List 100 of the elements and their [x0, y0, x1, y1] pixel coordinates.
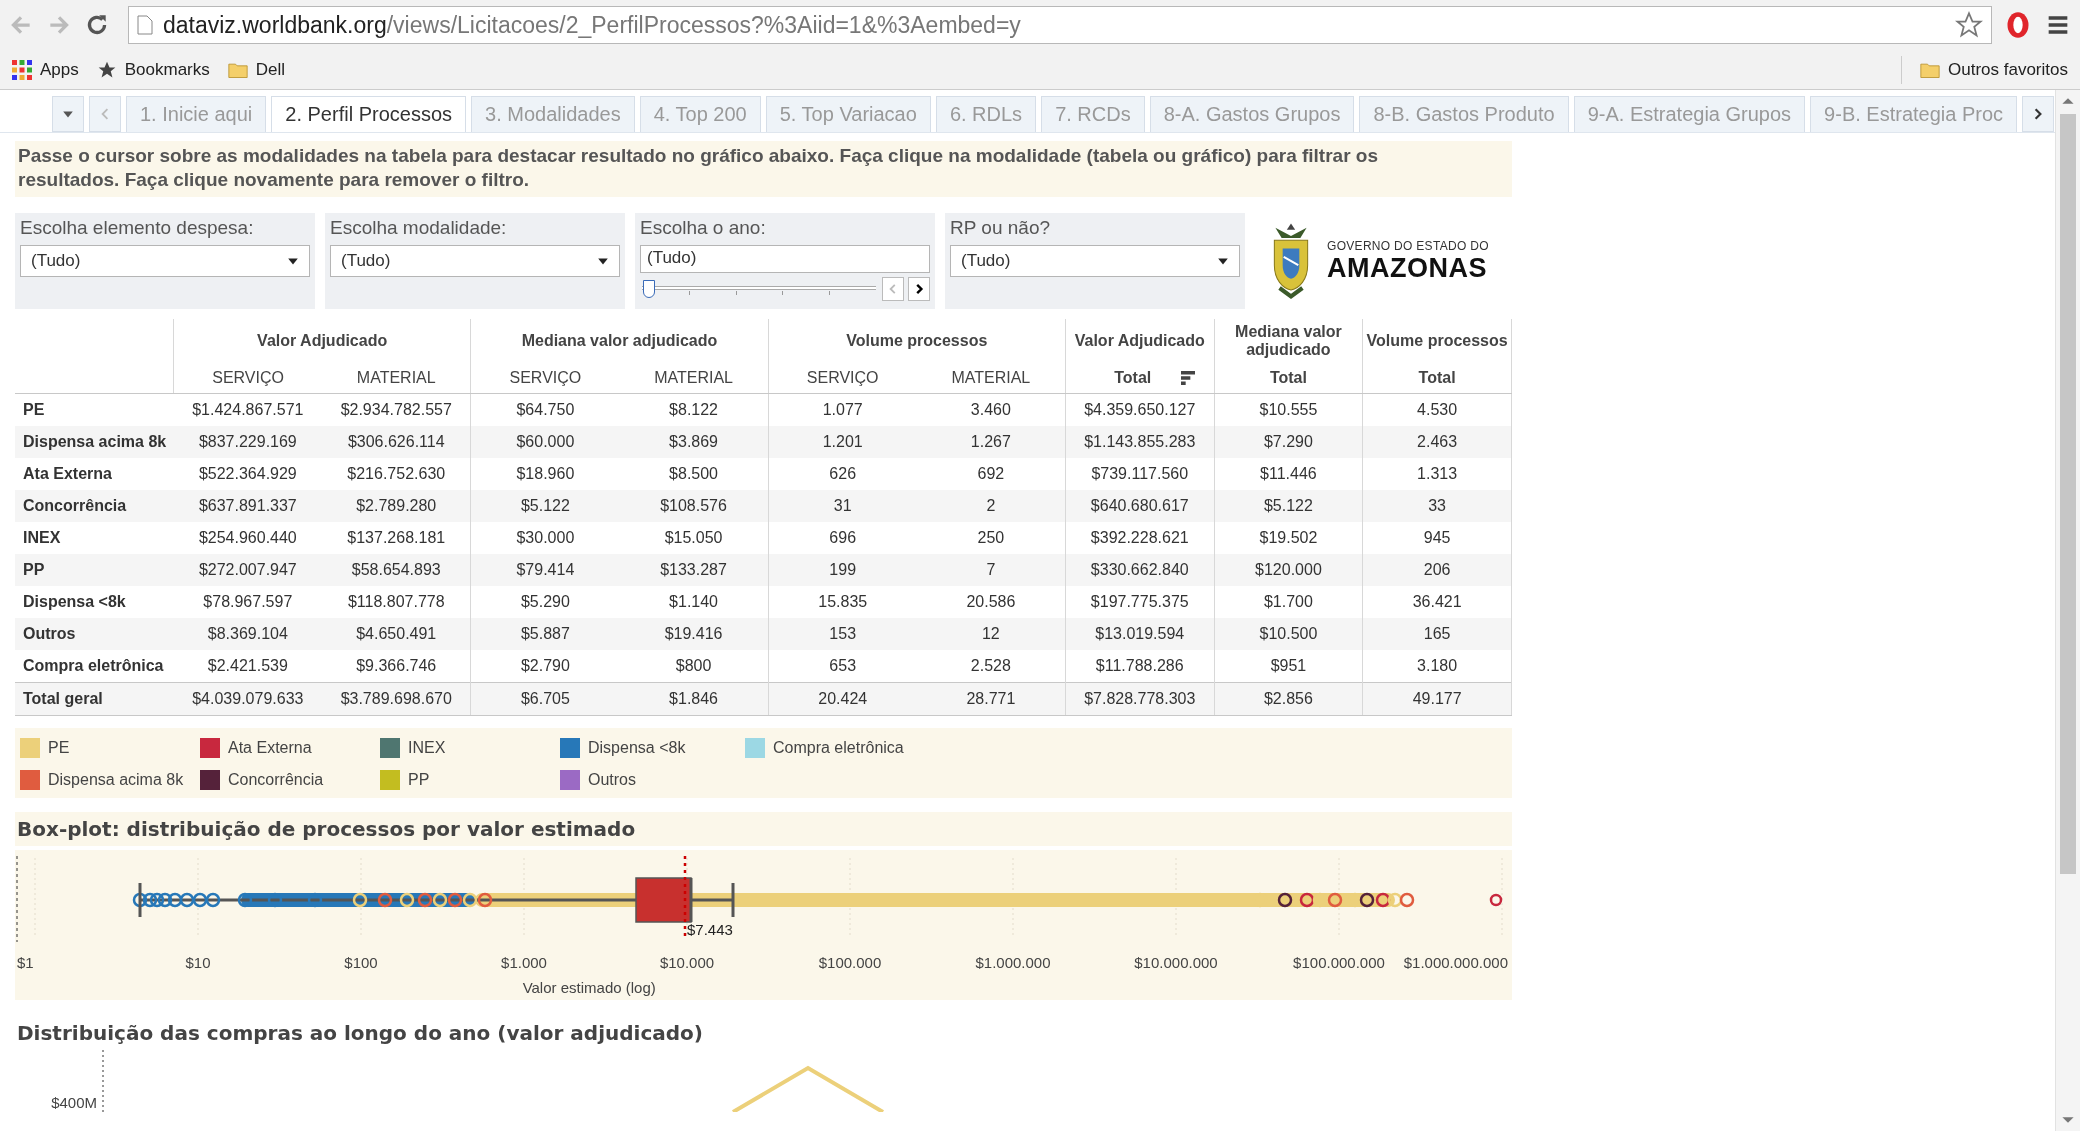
bookmark-item[interactable]: Dell	[227, 59, 286, 80]
axis-tick-label: $100.000.000	[1293, 954, 1385, 971]
apps-grid-icon	[12, 59, 32, 80]
year-field[interactable]: (Tudo)	[640, 245, 930, 273]
table-cell: $4.650.491	[322, 618, 471, 650]
column-header[interactable]: MATERIAL	[951, 369, 1031, 387]
bookmark-item[interactable]: Bookmarks	[96, 59, 210, 80]
star-icon[interactable]	[1955, 11, 1983, 39]
row-header[interactable]: PP	[15, 554, 174, 586]
table-cell: $30.000	[470, 522, 620, 554]
column-header[interactable]: Total	[1269, 369, 1307, 387]
axis-line	[102, 1050, 104, 1112]
chart-title: Box-plot: distribuição de processos por valor estimado	[15, 812, 1512, 846]
legend-label[interactable]: PE	[48, 739, 70, 757]
filter-label: RP ou não?	[950, 217, 1051, 239]
dropdown[interactable]: (Tudo)	[20, 245, 310, 277]
table-cell: $3.789.698.670	[322, 682, 471, 716]
dropdown[interactable]: (Tudo)	[950, 245, 1240, 277]
legend-swatch[interactable]	[20, 738, 40, 758]
row-header[interactable]: INEX	[15, 522, 174, 554]
tab-menu-button[interactable]	[52, 96, 84, 132]
table-cell: 626	[768, 458, 917, 490]
sort-icon[interactable]	[1181, 371, 1196, 385]
url-text: dataviz.worldbank.org/views/Licitacoes/2_PerfilProcessos?%3Aiid=1&%3Aembed=y	[163, 11, 1022, 39]
column-header[interactable]: SERVIÇO	[509, 369, 582, 387]
column-group-header: Valor Adjudicado	[173, 319, 471, 363]
table-cell: $1.846	[619, 682, 769, 716]
table-cell: 1.267	[916, 426, 1066, 458]
legend-swatch[interactable]	[200, 770, 220, 790]
tab[interactable]: 2. Perfil Processos	[271, 96, 467, 132]
scroll-right-button[interactable]	[2022, 96, 2055, 132]
row-header[interactable]: Outros	[15, 618, 174, 650]
column-header[interactable]: SERVIÇO	[212, 369, 284, 387]
legend-label[interactable]: PP	[408, 771, 430, 789]
table-cell: $522.364.929	[173, 458, 323, 490]
table-cell: $3.869	[619, 426, 769, 458]
legend-label[interactable]: Concorrência	[228, 771, 324, 789]
legend-swatch[interactable]	[745, 738, 765, 758]
row-header[interactable]: Total geral	[15, 682, 174, 716]
row-header[interactable]: Dispensa <8k	[15, 586, 174, 618]
axis-tick-label: $10.000.000	[1134, 954, 1218, 971]
filter-label: Escolha modalidade:	[330, 217, 508, 239]
table-cell: $120.000	[1214, 554, 1363, 586]
legend-swatch[interactable]	[200, 738, 220, 758]
legend-swatch[interactable]	[560, 770, 580, 790]
bookmark-item[interactable]: Outros favoritos	[1920, 59, 2068, 80]
column-group-header: Valor Adjudicado	[1065, 319, 1215, 363]
table-cell: $18.960	[470, 458, 620, 490]
legend-swatch[interactable]	[560, 738, 580, 758]
table-cell: $8.369.104	[173, 618, 323, 650]
table-cell: $1.424.867.571	[173, 393, 323, 426]
legend-label[interactable]: Ata Externa	[228, 739, 312, 757]
box-plot-drawing[interactable]	[132, 877, 1503, 923]
table-cell: $78.967.597	[173, 586, 323, 618]
table-cell: $637.891.337	[173, 490, 323, 522]
chevron-left-icon	[99, 108, 111, 120]
row-header[interactable]: Dispensa acima 8k	[15, 426, 174, 458]
scroll-left-button[interactable]	[89, 96, 121, 132]
table-cell: 696	[768, 522, 917, 554]
legend-swatch[interactable]	[380, 770, 400, 790]
table-cell: 49.177	[1362, 682, 1512, 716]
row-header[interactable]: PE	[15, 393, 174, 426]
row-header[interactable]: Concorrência	[15, 490, 174, 522]
dropdown[interactable]: (Tudo)	[330, 245, 620, 277]
table-cell: $2.856	[1214, 682, 1363, 716]
column-group-header: Mediana valor adjudicado	[470, 319, 769, 363]
address-bar[interactable]: dataviz.worldbank.org/views/Licitacoes/2_PerfilProcessos?%3Aiid=1&%3Aembed=y	[128, 6, 1992, 44]
scrollbar[interactable]	[2055, 90, 2080, 1131]
table-cell: $2.789.280	[322, 490, 471, 522]
next-button[interactable]	[908, 277, 930, 301]
axis-tick-label: $1	[17, 954, 34, 971]
legend-label[interactable]: Dispensa <8k	[588, 739, 686, 757]
table-cell: $10.500	[1214, 618, 1363, 650]
table-cell: $254.960.440	[173, 522, 323, 554]
axis-tick-label: $1.000.000.000	[1403, 954, 1508, 971]
table-cell: 2.463	[1362, 426, 1512, 458]
table-cell: $5.887	[470, 618, 620, 650]
column-header[interactable]: Total	[1084, 369, 1196, 387]
legend-swatch[interactable]	[380, 738, 400, 758]
legend-label[interactable]: Dispensa acima 8k	[48, 771, 184, 789]
legend-label[interactable]: INEX	[408, 739, 446, 757]
bookmark-item[interactable]: Apps	[12, 59, 79, 80]
table-cell: $2.790	[470, 650, 620, 683]
table-cell: $79.414	[470, 554, 620, 586]
row-header[interactable]: Compra eletrônica	[15, 650, 174, 683]
column-header[interactable]: SERVIÇO	[806, 369, 879, 387]
column-header[interactable]: Total	[1418, 369, 1456, 387]
slider-thumb[interactable]	[643, 280, 655, 298]
legend-swatch[interactable]	[20, 770, 40, 790]
table-cell: $7.828.778.303	[1065, 682, 1215, 716]
row-header[interactable]: Ata Externa	[15, 458, 174, 490]
column-header[interactable]: MATERIAL	[654, 369, 733, 387]
scrollbar-thumb[interactable]	[2060, 114, 2076, 874]
legend-label[interactable]: Outros	[588, 771, 636, 789]
table-cell: $6.705	[470, 682, 620, 716]
legend-label[interactable]: Compra eletrônica	[773, 739, 904, 757]
table-cell: $837.229.169	[173, 426, 323, 458]
column-header[interactable]: MATERIAL	[356, 369, 436, 387]
line-series[interactable]	[732, 1065, 884, 1112]
chart-title: Distribuição das compras ao longo do ano (valor adjudicado)	[16, 1020, 704, 1047]
